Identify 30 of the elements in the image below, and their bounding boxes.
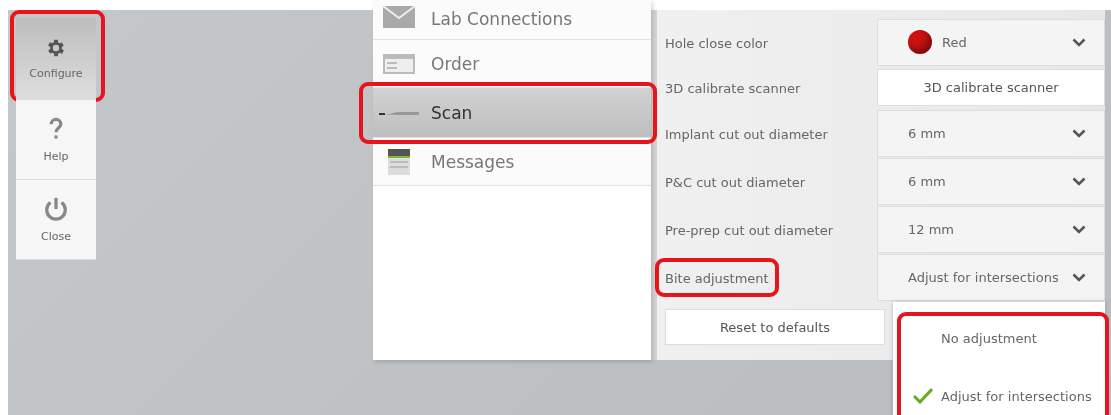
dropdown-option[interactable]: Adjust for intersections <box>893 388 1105 404</box>
sidebar-button[interactable]: Close <box>16 180 96 260</box>
sidebar-button[interactable]: Help <box>16 100 96 180</box>
chevron-down-icon <box>1072 176 1086 186</box>
dropdown[interactable]: Adjust for intersections <box>877 253 1105 301</box>
chevron-down-icon <box>1072 128 1086 138</box>
setting-label: P&C cut out diameter <box>665 174 806 190</box>
setting-label: 3D calibrate scanner <box>665 81 801 96</box>
dropdown[interactable]: 6 mm <box>877 109 1105 157</box>
power-icon <box>43 196 69 222</box>
menu-item[interactable]: Scan <box>373 88 651 138</box>
setting-label: Bite adjustment <box>665 270 769 286</box>
chevron-down-icon <box>1072 37 1086 47</box>
gear-icon <box>45 37 67 59</box>
dropdown[interactable]: 12 mm <box>877 205 1105 253</box>
question-mark-icon <box>48 116 64 142</box>
setting-label: Implant cut out diameter <box>665 126 828 142</box>
menu-item[interactable]: Lab Connections <box>373 0 651 40</box>
dropdown-option[interactable]: No adjustment <box>893 331 1105 346</box>
setting-label: Hole close color <box>665 35 769 51</box>
setting-label: Pre-prep cut out diameter <box>665 222 834 238</box>
reset-button[interactable]: Reset to defaults <box>665 309 885 345</box>
sidebar-button[interactable]: Configure <box>16 18 96 100</box>
menu-item[interactable]: Order <box>373 40 651 88</box>
chevron-down-icon <box>1072 272 1086 282</box>
chevron-down-icon <box>1072 224 1086 234</box>
calibrate-button[interactable]: 3D calibrate scanner <box>877 69 1105 106</box>
dropdown[interactable]: 6 mm <box>877 157 1105 205</box>
menu-item[interactable]: Messages <box>373 138 651 186</box>
dropdown[interactable]: Red <box>877 18 1105 66</box>
